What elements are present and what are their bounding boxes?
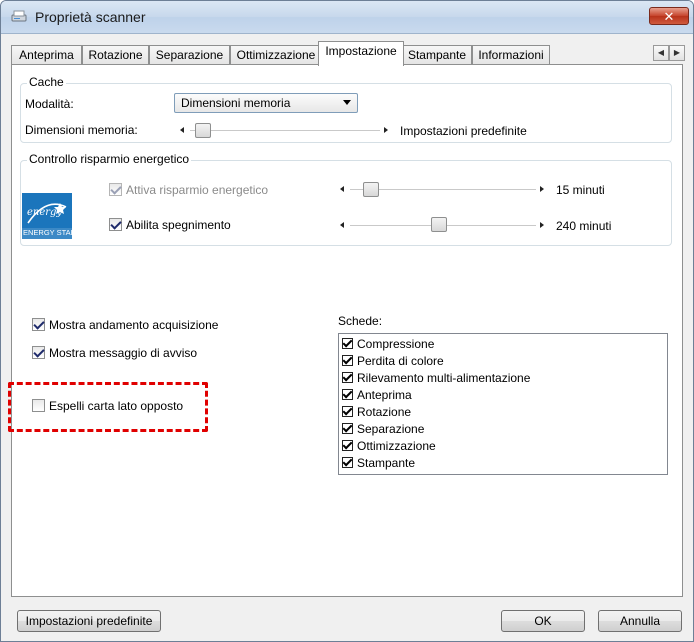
schede-item-label: Compressione [357,337,435,351]
schede-item-label: Stampante [357,456,416,470]
schede-item-checkbox[interactable] [342,372,353,383]
energy-logo-script: energy [27,207,63,218]
close-button[interactable]: ✕ [649,7,689,25]
show-progress-label: Mostra andamento acquisizione [49,318,219,332]
schede-item-label: Separazione [357,422,425,436]
energy-saving-slider-right-arrow[interactable] [540,186,544,192]
energy-logo-text: ENERGY STAR [23,228,77,237]
schede-item-separazione[interactable]: Separazione [342,421,662,438]
tab-scroll-left-button[interactable]: ◀ [653,45,669,61]
schede-item-rotazione[interactable]: Rotazione [342,404,662,421]
shutdown-slider-thumb[interactable] [431,217,447,232]
schede-item-checkbox[interactable] [342,457,353,468]
title-bar[interactable]: Proprietà scanner ✕ [1,1,693,34]
shutdown-slider-right-arrow[interactable] [540,222,544,228]
schede-item-label: Rilevamento multi-alimentazione [357,371,531,385]
cache-group-title: Cache [27,75,66,89]
memory-slider-left-arrow[interactable] [180,127,184,133]
schede-item-perdita-di-colore[interactable]: Perdita di colore [342,353,662,370]
energy-group-title: Controllo risparmio energetico [27,152,192,166]
tab-stampante[interactable]: Stampante [402,45,472,65]
schede-item-compressione[interactable]: Compressione [342,336,662,353]
tab-informazioni[interactable]: Informazioni [472,45,550,65]
tab-scroll-right-button[interactable]: ▶ [669,45,685,61]
chevron-down-icon [343,100,351,105]
settings-panel: Cache Modalità: Dimensioni memoria Dimen… [8,64,683,597]
cancel-button[interactable]: Annulla [598,610,682,632]
tab-impostazione[interactable]: Impostazione [318,41,404,66]
energy-saving-slider-left-arrow[interactable] [340,186,344,192]
schede-item-checkbox[interactable] [342,389,353,400]
schede-item-checkbox[interactable] [342,440,353,451]
memory-size-label: Dimensioni memoria: [25,123,138,137]
schede-item-checkbox[interactable] [342,338,353,349]
memory-slider-right-arrow[interactable] [384,127,388,133]
defaults-button[interactable]: Impostazioni predefinite [17,610,161,632]
shutdown-slider-left-arrow[interactable] [340,222,344,228]
energy-saving-label: Attiva risparmio energetico [126,183,269,197]
schede-item-label: Ottimizzazione [357,439,436,453]
schede-item-stampante[interactable]: Stampante [342,455,662,472]
schede-item-checkbox[interactable] [342,423,353,434]
memory-slider-value: Impostazioni predefinite [400,124,527,138]
energy-saving-checkbox[interactable] [109,183,122,196]
energy-star-logo: energy ENERGY STAR [22,193,76,239]
tab-anteprima[interactable]: Anteprima [11,45,82,65]
window-title: Proprietà scanner [35,9,146,25]
energy-group: Controllo risparmio energetico [20,152,672,246]
mode-dropdown-value: Dimensioni memoria [181,96,291,110]
scanner-icon [11,10,27,22]
schede-item-anteprima[interactable]: Anteprima [342,387,662,404]
tab-strip: Anteprima Rotazione Separazione Ottimizz… [11,41,687,66]
schede-item-rilevamento[interactable]: Rilevamento multi-alimentazione [342,370,662,387]
ok-button[interactable]: OK [501,610,585,632]
tab-rotazione[interactable]: Rotazione [82,45,149,65]
energy-saving-value: 15 minuti [556,183,605,197]
schede-item-ottimizzazione[interactable]: Ottimizzazione [342,438,662,455]
schede-item-label: Anteprima [357,388,412,402]
tab-separazione[interactable]: Separazione [149,45,230,65]
shutdown-value: 240 minuti [556,219,612,233]
schede-label: Schede: [338,314,383,328]
memory-slider-thumb[interactable] [195,123,211,138]
tab-ottimizzazione[interactable]: Ottimizzazione [230,45,322,65]
show-progress-checkbox[interactable] [32,318,45,331]
schede-item-checkbox[interactable] [342,406,353,417]
mode-dropdown[interactable]: Dimensioni memoria [174,93,358,113]
show-warning-checkbox[interactable] [32,346,45,359]
memory-slider-track[interactable] [190,130,380,131]
highlight-annotation [8,382,208,432]
mode-label: Modalità: [25,97,74,111]
schede-item-label: Perdita di colore [357,354,444,368]
schede-item-label: Rotazione [357,405,412,419]
energy-saving-slider-thumb[interactable] [363,182,379,197]
shutdown-label: Abilita spegnimento [126,218,231,232]
scanner-properties-window: Proprietà scanner ✕ Anteprima Rotazione … [0,0,694,642]
schede-item-checkbox[interactable] [342,355,353,366]
shutdown-checkbox[interactable] [109,218,122,231]
schede-list: Compressione Perdita di colore Rilevamen… [338,333,668,475]
show-warning-label: Mostra messaggio di avviso [49,346,198,360]
